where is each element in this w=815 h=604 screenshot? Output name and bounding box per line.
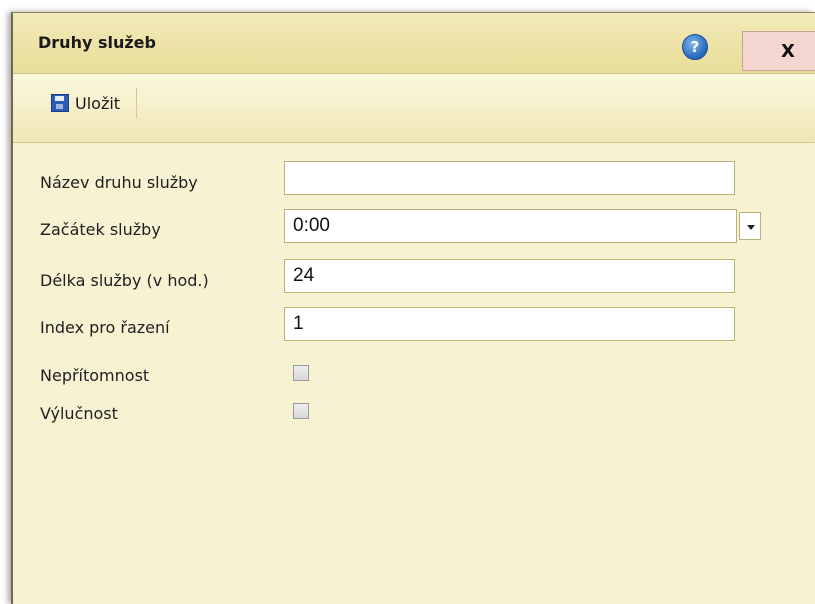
absence-checkbox[interactable]	[293, 365, 309, 381]
name-label: Název druhu služby	[40, 173, 198, 192]
length-label: Délka služby (v hod.)	[40, 271, 209, 290]
exclusive-checkbox[interactable]	[293, 403, 309, 419]
start-field[interactable]: 0:00	[284, 209, 737, 243]
close-button[interactable]: X	[742, 31, 815, 71]
toolbar: Uložit	[13, 74, 815, 143]
dialog-title: Druhy služeb	[38, 33, 156, 52]
services-dialog: Druhy služeb ? X Uložit Název druhu služ…	[11, 12, 815, 604]
save-button[interactable]: Uložit	[51, 88, 138, 118]
start-select[interactable]: 0:00	[284, 209, 764, 243]
help-icon[interactable]: ?	[682, 34, 708, 60]
length-field[interactable]: 24	[284, 259, 735, 293]
chevron-down-icon[interactable]	[739, 212, 761, 240]
close-icon: X	[781, 41, 795, 62]
index-label: Index pro řazení	[40, 318, 170, 337]
floppy-disk-icon	[51, 94, 69, 112]
index-field[interactable]: 1	[284, 307, 735, 341]
save-label: Uložit	[75, 93, 121, 113]
dialog-titlebar: Druhy služeb ? X	[13, 13, 815, 74]
name-field[interactable]	[284, 161, 735, 195]
absence-label: Nepřítomnost	[40, 366, 150, 385]
exclusive-label: Výlučnost	[40, 404, 118, 423]
start-label: Začátek služby	[40, 220, 161, 239]
